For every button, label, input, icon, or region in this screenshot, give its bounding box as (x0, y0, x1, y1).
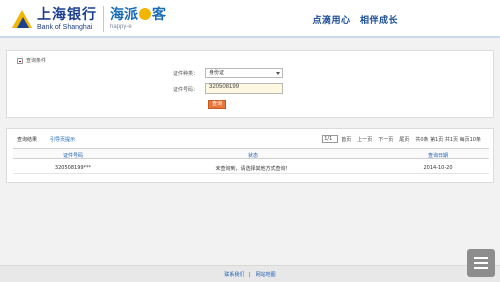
bank-logo[interactable]: 上海银行 Bank of Shanghai 海派客 happy-e (10, 5, 166, 33)
footer-link-sitemap[interactable]: 网站地图 (256, 272, 276, 278)
header: 上海银行 Bank of Shanghai 海派客 happy-e 点滴用心 相… (0, 0, 500, 38)
last-page-link[interactable]: 尾页 (399, 136, 409, 143)
menu-icon (474, 257, 488, 259)
footer-link-contact[interactable]: 联系我们 (224, 272, 244, 278)
first-page-link[interactable]: 首页 (341, 136, 351, 143)
page-number-input[interactable]: 1/1 (322, 135, 339, 143)
table-row: 320508199*** 未查询到，请选择其他方式查询！ 2014-10-20 (13, 162, 489, 174)
query-results-panel: 查询结果 引导页提示 1/1 首页 上一页 下一页 尾页 共0条 第1页 共1页… (6, 128, 494, 183)
logo-english-name: Bank of Shanghai (37, 23, 93, 31)
chevron-down-icon (276, 72, 280, 75)
brand-name-right: 客 (152, 7, 166, 23)
query-panel-title-text: 查询条件 (26, 58, 47, 64)
doc-type-selected-value: 身份证 (209, 70, 225, 76)
next-page-link[interactable]: 下一页 (378, 136, 393, 143)
doc-type-label: 证件种类： (172, 71, 198, 77)
header-slogan: 点滴用心 相伴成长 (312, 16, 398, 26)
row-status: 未查询到，请选择其他方式查询！ (215, 166, 291, 172)
pagination: 1/1 首页 上一页 下一页 尾页 共0条 第1页 共1页 每页10条 (322, 135, 487, 143)
results-guide-link[interactable]: 引导页提示 (50, 136, 75, 143)
brand-dot-icon (139, 8, 151, 20)
doc-number-input[interactable]: 320508199 (205, 83, 283, 94)
menu-button[interactable] (467, 249, 495, 277)
pager-info: 共0条 第1页 共1页 每页10条 (415, 136, 481, 143)
doc-type-select[interactable]: 身份证 (205, 68, 283, 78)
prev-page-link[interactable]: 上一页 (357, 136, 372, 143)
footer: 联系我们 | 网站地图 (0, 265, 500, 282)
brand-logo: 海派客 happy-e (110, 8, 166, 30)
column-header-query-date: 查询日期 (427, 153, 448, 159)
row-doc-number: 320508199*** (54, 165, 92, 171)
logo-divider (103, 6, 104, 32)
column-header-doc-number: 证件号码 (62, 153, 83, 159)
brand-name-left: 海派 (110, 7, 138, 23)
column-header-status: 状态 (247, 153, 258, 159)
doc-number-label: 证件号码： (172, 87, 198, 93)
query-panel-title[interactable]: 查询条件 (17, 57, 46, 64)
collapse-icon[interactable] (17, 57, 23, 64)
results-title: 查询结果 (17, 137, 38, 143)
brand-english-name: happy-e (110, 24, 132, 30)
results-table-header: 证件号码 状态 查询日期 (13, 148, 489, 159)
query-button[interactable]: 查询 (208, 100, 226, 109)
row-query-date: 2014-10-20 (423, 165, 453, 171)
bank-emblem-icon (10, 7, 34, 31)
logo-chinese-name: 上海银行 (37, 6, 97, 23)
